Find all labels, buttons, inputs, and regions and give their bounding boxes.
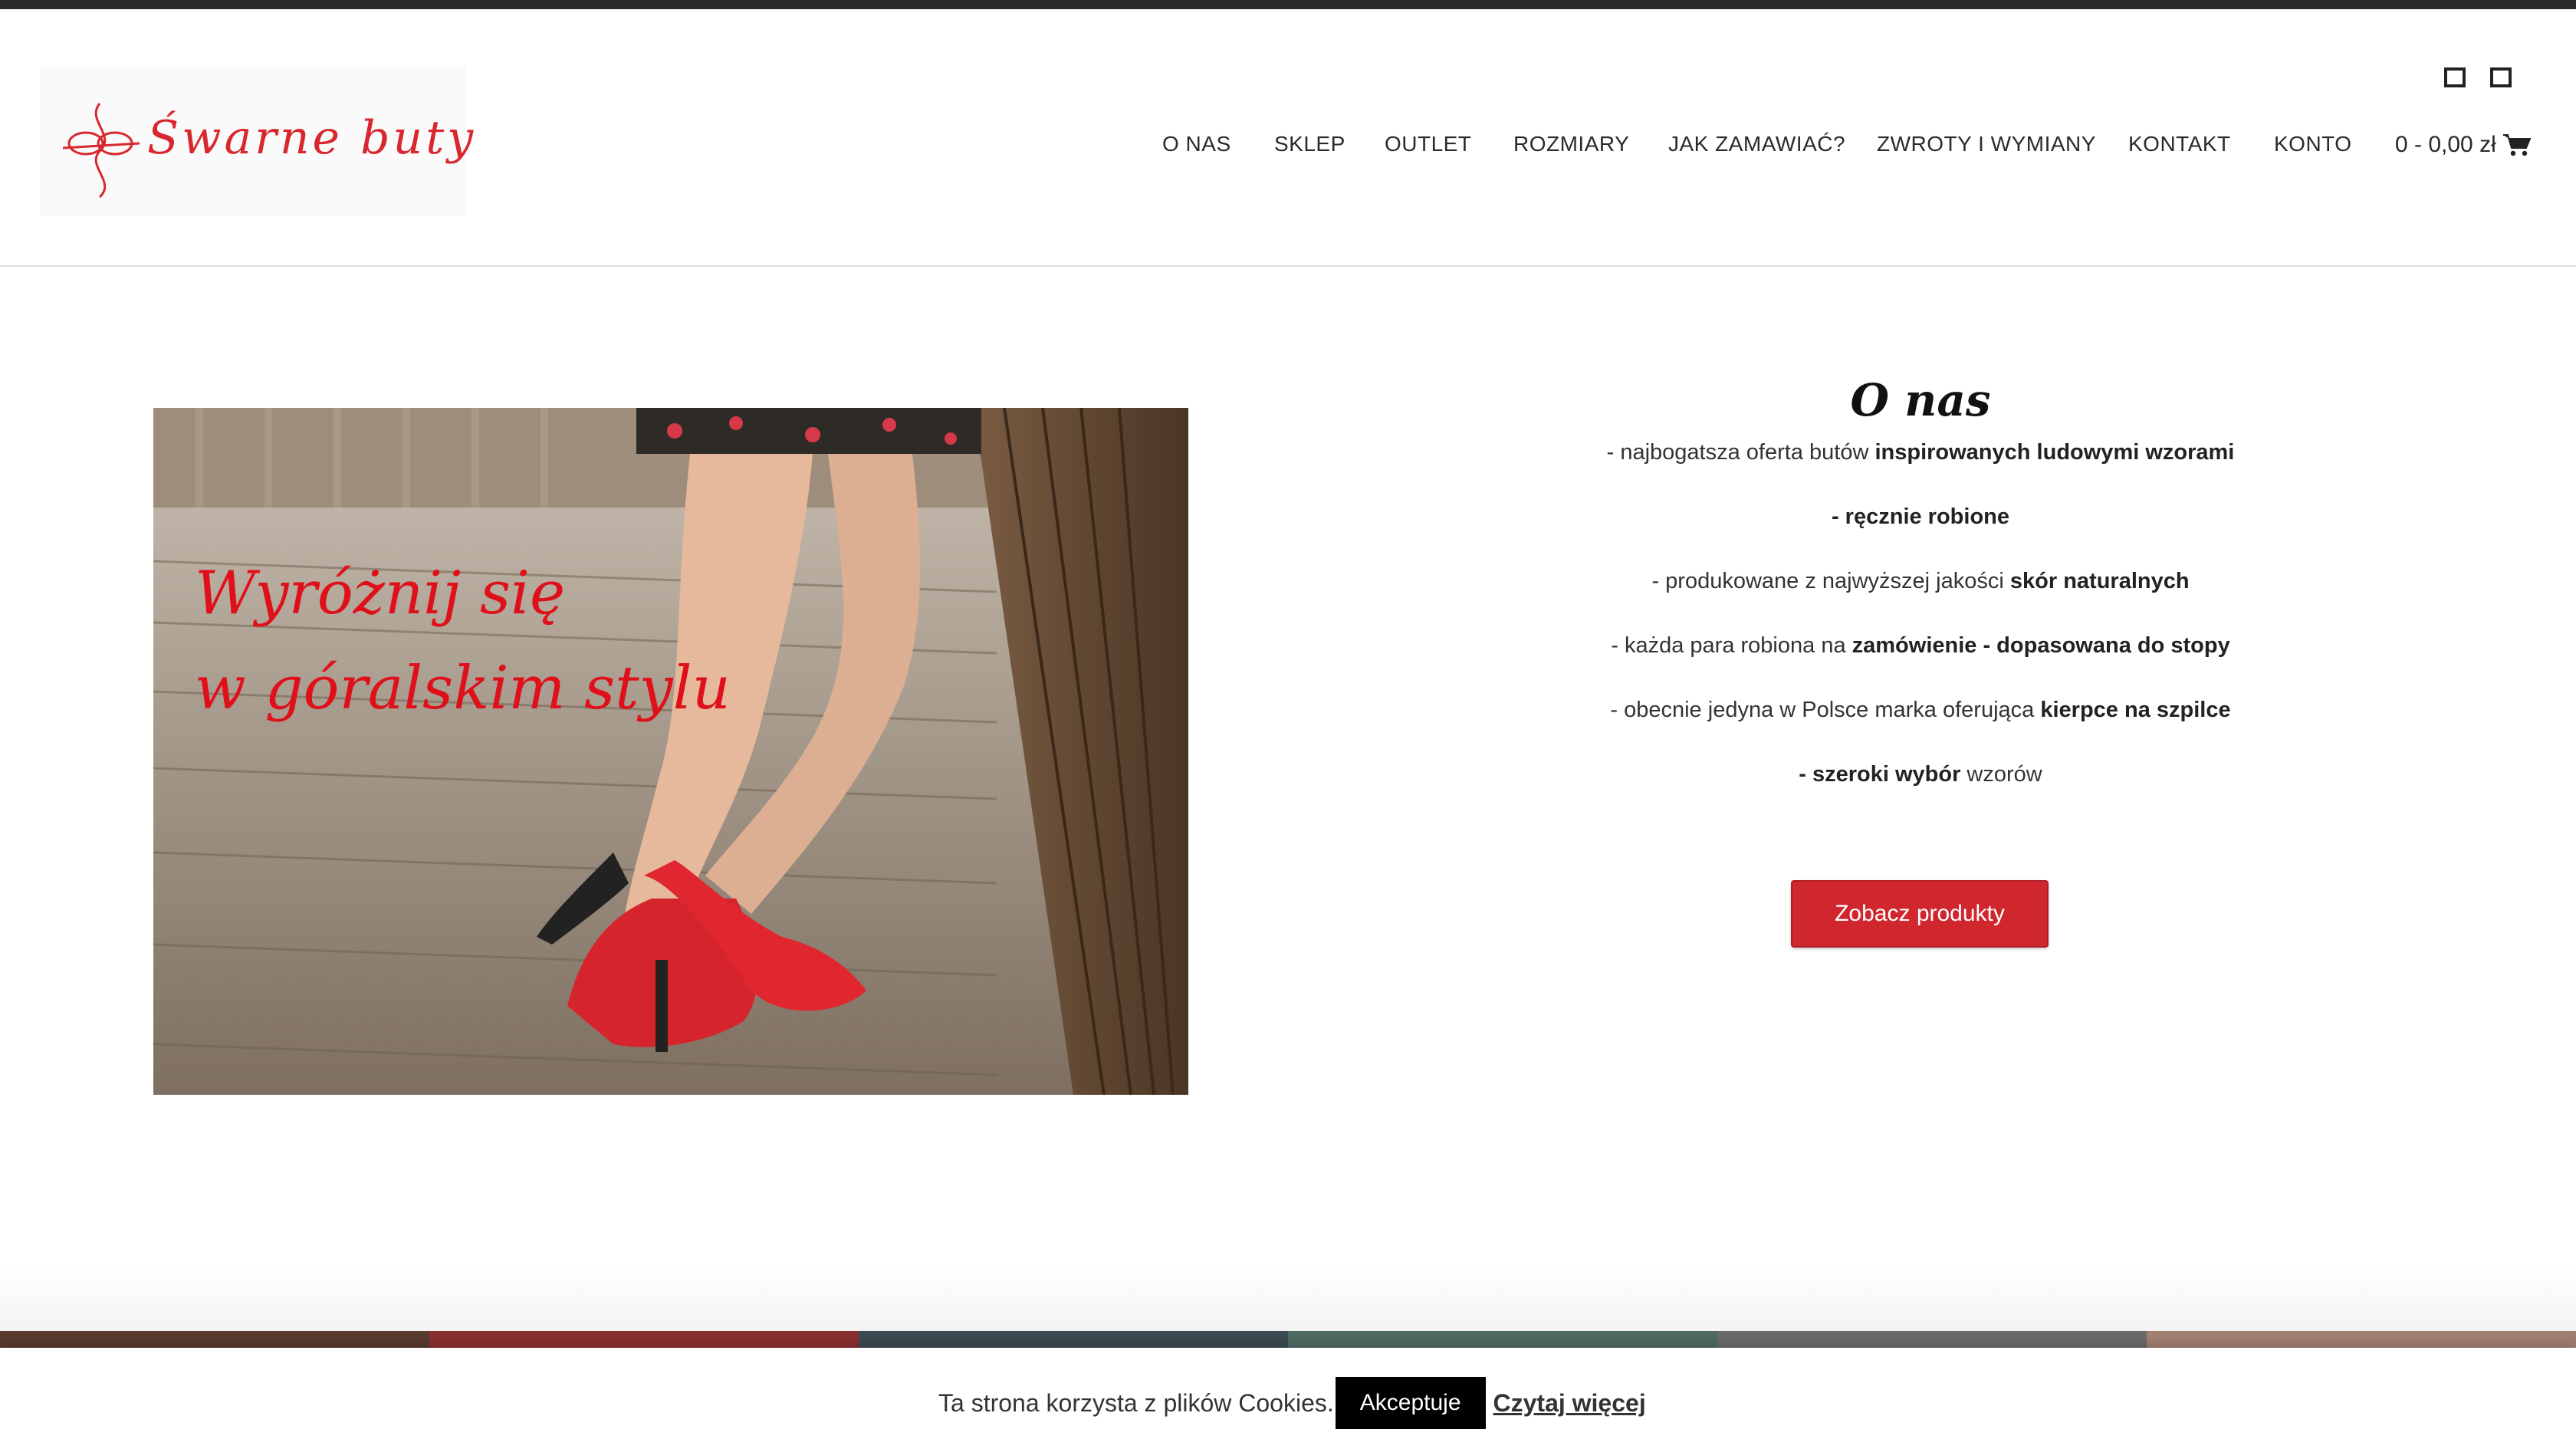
hero-photo xyxy=(153,408,1188,1095)
about-title: O nas xyxy=(1850,374,1991,426)
nav-item-zwroty[interactable]: ZWROTY I WYMIANY xyxy=(1877,132,2096,156)
hero-caption-line-2: w góralskim stylu xyxy=(195,654,731,723)
cart-total: 0 - 0,00 zł xyxy=(2395,132,2496,157)
about-line: - obecnie jedyna w Polsce marka oferując… xyxy=(1610,698,2231,722)
nav-item-o-nas[interactable]: O NAS xyxy=(1162,132,1231,156)
top-strip xyxy=(0,0,2576,9)
main-nav: O NAS SKLEP OUTLET ROZMIARY JAK ZAMAWIAĆ… xyxy=(0,132,2576,186)
view-products-button[interactable]: Zobacz produkty xyxy=(1791,880,2049,948)
shopping-cart-icon xyxy=(2502,134,2532,156)
nav-item-outlet[interactable]: OUTLET xyxy=(1385,132,1471,156)
nav-item-sklep[interactable]: SKLEP xyxy=(1274,132,1346,156)
about-line: - szeroki wybór wzorów xyxy=(1799,762,2042,787)
cookie-read-more-link[interactable]: Czytaj więcej xyxy=(1493,1389,1646,1418)
header-utility-icons xyxy=(2444,67,2512,87)
nav-item-konto[interactable]: KONTO xyxy=(2274,132,2352,156)
section-divider xyxy=(0,1265,2576,1331)
cart-link[interactable]: 0 - 0,00 zł xyxy=(2395,132,2532,158)
about-line: - ręcznie robione xyxy=(1831,504,2010,529)
site-header: Śwarne buty O NAS SKLEP OUTLET ROZMIARY … xyxy=(0,9,2576,267)
hero-image: Wyróżnij się w góralskim stylu xyxy=(153,408,1188,1095)
about-line: - produkowane z najwyższej jakości skór … xyxy=(1651,569,2190,593)
about-line: - najbogatsza oferta butów inspirowanych… xyxy=(1606,440,2235,465)
nav-item-kontakt[interactable]: KONTAKT xyxy=(2128,132,2231,156)
cookie-accept-button[interactable]: Akceptuje xyxy=(1335,1377,1486,1429)
hero-caption-line-1: Wyróżnij się xyxy=(195,559,566,628)
cookie-text: Ta strona korzysta z plików Cookies. xyxy=(938,1388,1334,1417)
square-icon[interactable] xyxy=(2444,67,2466,87)
nav-item-rozmiary[interactable]: ROZMIARY xyxy=(1513,132,1629,156)
about-section: O nas - najbogatsza oferta butów inspiro… xyxy=(1457,368,2384,819)
hero-caption: Wyróżnij się w góralskim stylu xyxy=(195,546,731,736)
cookie-banner: Ta strona korzysta z plików Cookies. Akc… xyxy=(0,1348,2576,1449)
about-line: - każda para robiona na zamówienie - dop… xyxy=(1611,633,2230,658)
square-icon[interactable] xyxy=(2490,67,2512,87)
nav-item-jak-zamawiac[interactable]: JAK ZAMAWIAĆ? xyxy=(1668,132,1845,156)
